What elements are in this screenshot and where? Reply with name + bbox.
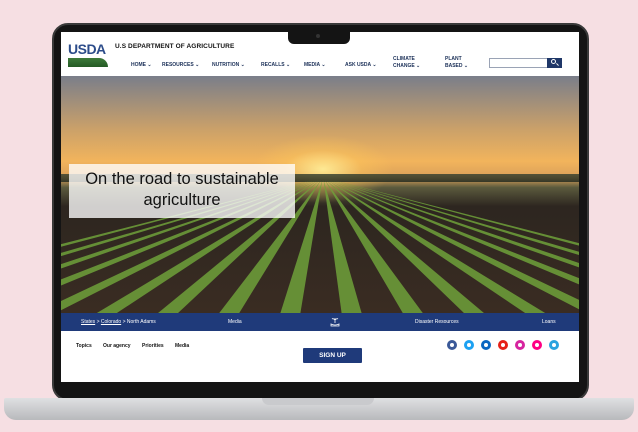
icon-glyph: [450, 343, 454, 347]
nav-nutrition[interactable]: NUTRITION ⌄: [212, 62, 245, 68]
footer-link-priorities[interactable]: Priorities: [142, 343, 164, 349]
usda-logo[interactable]: USDA: [68, 41, 108, 67]
crop-row: [323, 180, 362, 313]
logo-text: USDA: [68, 41, 106, 57]
search-button[interactable]: [547, 58, 562, 68]
icon-glyph: [518, 343, 522, 347]
breadcrumb-states[interactable]: States: [81, 319, 95, 325]
nav-label: NUTRITION: [212, 62, 240, 68]
facebook-icon[interactable]: [447, 340, 457, 350]
logo-field-graphic: [68, 58, 108, 67]
icon-glyph: [535, 343, 539, 347]
icon-glyph: [501, 343, 505, 347]
camera-icon: [316, 34, 320, 38]
nav-label: PLANT BASED: [445, 56, 463, 69]
sign-up-button[interactable]: SIGN UP: [303, 348, 362, 363]
hero-caption: On the road to sustainable agriculture: [85, 170, 279, 209]
linkedin-icon[interactable]: [481, 340, 491, 350]
nav-resources[interactable]: RESOURCES ⌄: [162, 62, 199, 68]
breadcrumb-separator: >: [122, 319, 126, 325]
search-icon-handle: [556, 63, 559, 66]
footer-link-our-agency[interactable]: Our agency: [103, 343, 131, 349]
icon-glyph: [484, 343, 488, 347]
nav-media[interactable]: MEDIA ⌄: [304, 62, 326, 68]
nav-home[interactable]: HOME ⌄: [131, 62, 152, 68]
laptop-base-notch: [262, 398, 374, 405]
nav-plant-based[interactable]: PLANT BASED ⌄: [445, 56, 475, 70]
browser-screen: USDA U.S DEPARTMENT OF AGRICULTURE HOME …: [61, 32, 579, 382]
icon-glyph: [552, 343, 556, 347]
camera-notch: [288, 31, 350, 44]
twitter-icon[interactable]: [464, 340, 474, 350]
crop-row: [327, 180, 546, 313]
breadcrumb-current: North Adams: [126, 319, 156, 325]
breadcrumb-separator: >: [96, 319, 100, 325]
icon-glyph: [467, 343, 471, 347]
utility-bar: States > Colorado > North Adams Media Di…: [61, 313, 579, 331]
nav-label: CLIMATE CHANGE: [393, 56, 415, 69]
nav-label: MEDIA: [304, 62, 320, 68]
footer-link-topics[interactable]: Topics: [76, 343, 92, 349]
disaster-resources-link[interactable]: Disaster Resources: [415, 319, 459, 325]
youtube-icon[interactable]: [498, 340, 508, 350]
nav-climate-change[interactable]: CLIMATE CHANGE ⌄: [393, 56, 427, 70]
flickr-icon[interactable]: [532, 340, 542, 350]
nav-label: HOME: [131, 62, 146, 68]
media-link[interactable]: Media: [228, 319, 242, 325]
nav-label: RESOURCES: [162, 62, 194, 68]
instagram-icon[interactable]: [515, 340, 525, 350]
nav-label: ASK USDA: [345, 62, 371, 68]
footer-link-media[interactable]: Media: [175, 343, 189, 349]
nav-recalls[interactable]: RECALLS ⌄: [261, 62, 290, 68]
laptop-mockup: USDA U.S DEPARTMENT OF AGRICULTURE HOME …: [0, 0, 638, 432]
telegram-icon[interactable]: [549, 340, 559, 350]
plant-hand-icon[interactable]: [329, 316, 341, 328]
nav-label: RECALLS: [261, 62, 285, 68]
search-input[interactable]: [489, 58, 562, 68]
nav-ask-usda[interactable]: ASK USDA ⌄: [345, 62, 377, 68]
department-name: U.S DEPARTMENT OF AGRICULTURE: [115, 43, 235, 50]
hero-banner: On the road to sustainable agriculture: [61, 76, 579, 313]
breadcrumb-colorado[interactable]: Colorado: [101, 319, 121, 325]
breadcrumb: States > Colorado > North Adams: [81, 319, 156, 325]
site-footer: Topics Our agency Priorities Media SIGN …: [61, 331, 579, 382]
hero-caption-box: On the road to sustainable agriculture: [69, 164, 295, 218]
loans-link[interactable]: Loans: [542, 319, 556, 325]
